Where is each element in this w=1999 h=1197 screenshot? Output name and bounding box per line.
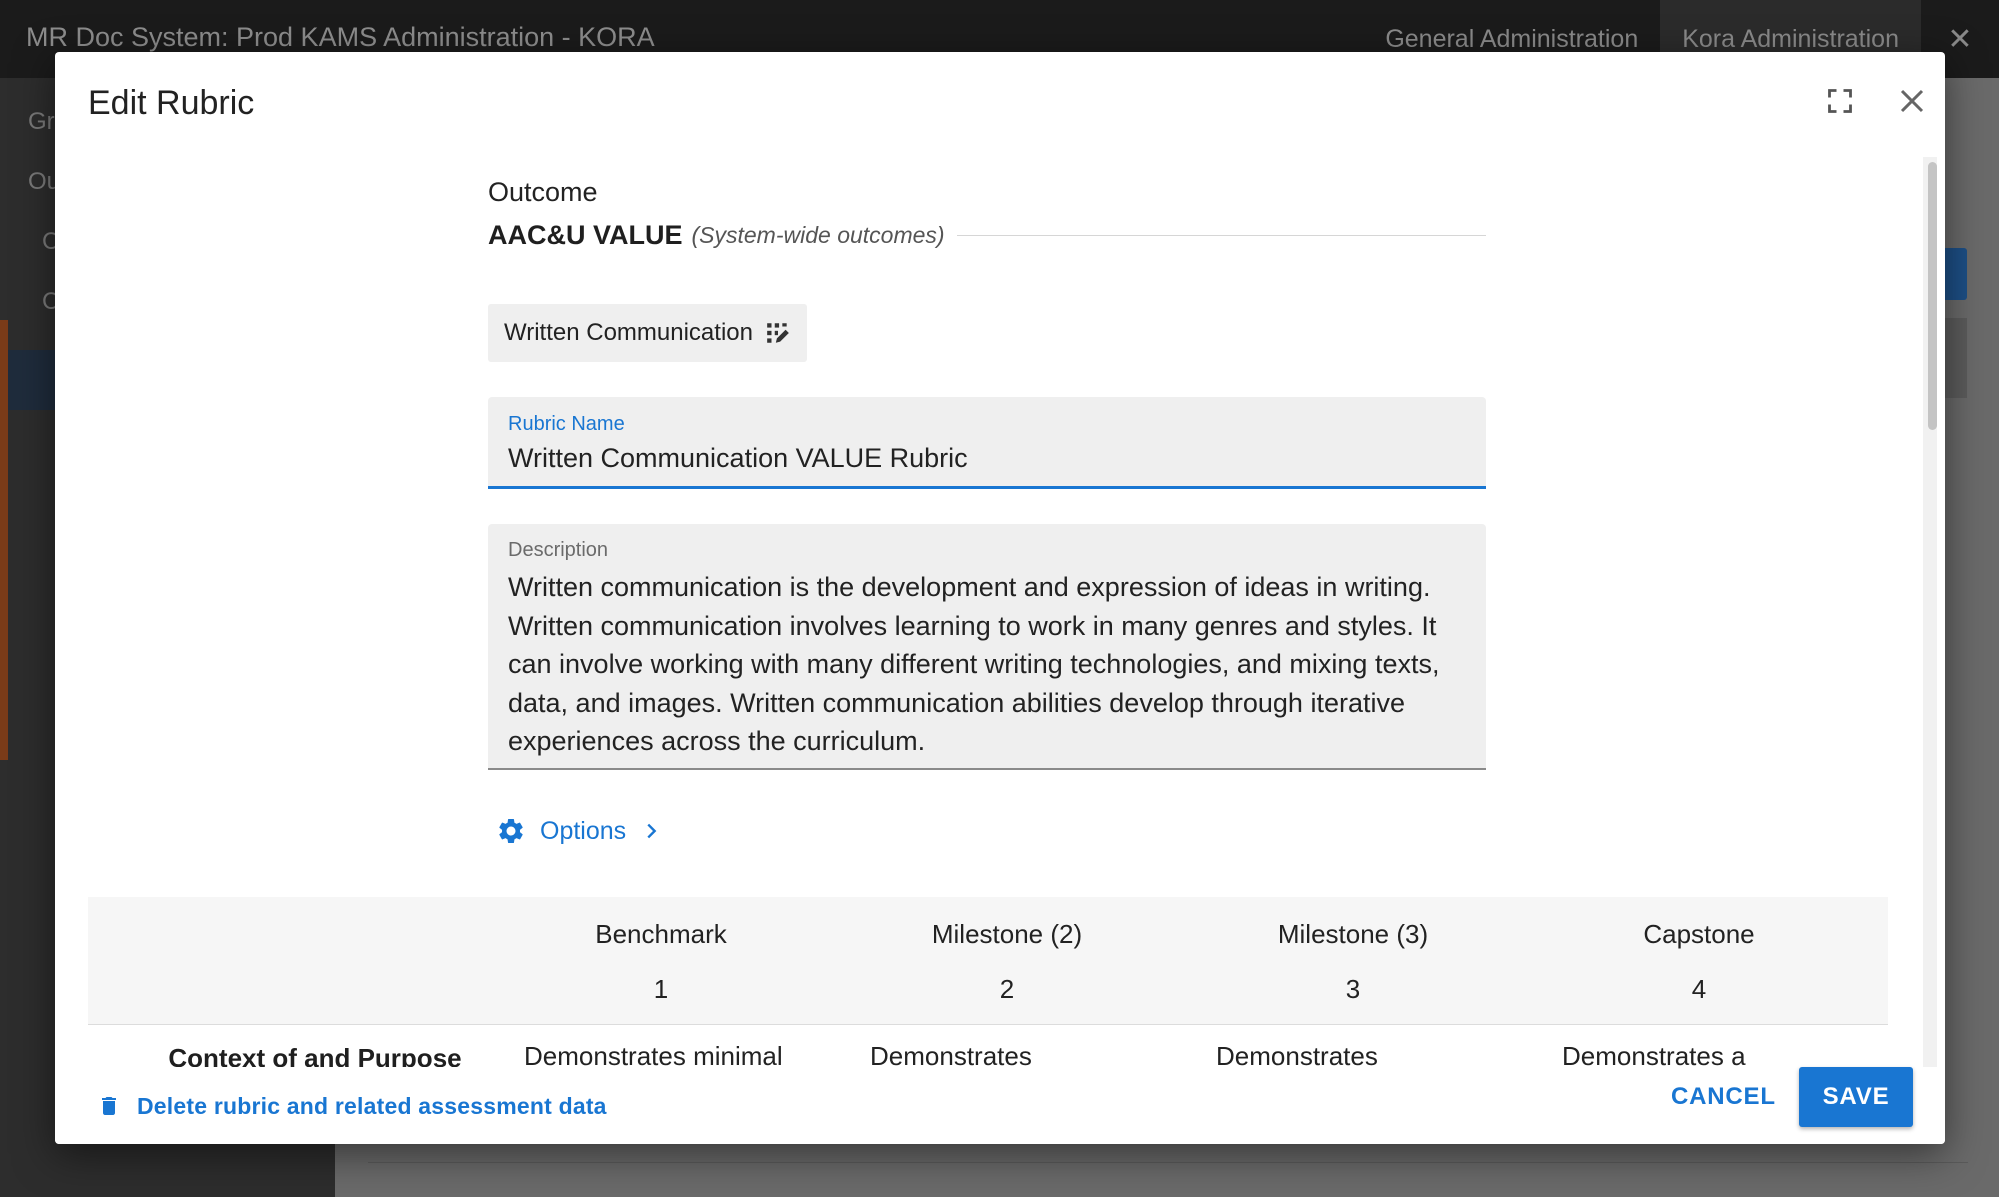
criterion-name: Context of and Purpose xyxy=(168,1043,462,1067)
description-label: Description xyxy=(508,539,609,561)
outcome-name: AAC&U VALUE xyxy=(488,219,683,250)
description-textarea[interactable]: Written communication is the development… xyxy=(508,568,1458,761)
rubric-name-input[interactable]: Written Communication VALUE Rubric xyxy=(508,443,968,474)
save-button[interactable]: SAVE xyxy=(1799,1067,1913,1127)
chevron-right-icon xyxy=(647,823,657,839)
delete-rubric-link[interactable]: Delete rubric and related assessment dat… xyxy=(97,1087,607,1125)
level-score: 1 xyxy=(653,974,669,1004)
outcome-chip-label: Written Communication xyxy=(504,319,753,346)
fullscreen-button[interactable] xyxy=(1815,76,1865,126)
level-score: 3 xyxy=(1345,974,1361,1004)
options-toggle[interactable]: Options xyxy=(488,809,670,853)
rubric-table-header: Benchmark 1 Milestone (2) 2 Milestone (3… xyxy=(88,897,1888,1025)
scrollbar-thumb[interactable] xyxy=(1928,162,1937,430)
level-name: Milestone (2) xyxy=(931,919,1083,949)
level-score: 4 xyxy=(1691,974,1707,1004)
sidebar-active-highlight xyxy=(0,350,60,410)
outcome-label: Outcome xyxy=(488,177,598,207)
rubric-cell[interactable]: Demonstrates xyxy=(1216,1041,1378,1067)
fullscreen-icon xyxy=(1828,89,1852,113)
level-score: 2 xyxy=(999,974,1015,1004)
dialog-title: Edit Rubric xyxy=(88,84,255,122)
app-accent-strip xyxy=(0,320,8,760)
rubric-cell[interactable]: Demonstrates minimal xyxy=(524,1041,783,1067)
level-name: Milestone (3) xyxy=(1277,919,1429,949)
app-title: MR Doc System: Prod KAMS Administration … xyxy=(26,22,655,52)
rubric-cell[interactable]: Demonstrates a xyxy=(1562,1041,1746,1067)
outcome-scope: (System-wide outcomes) xyxy=(691,221,945,248)
outcome-header: AAC&U VALUE (System-wide outcomes) xyxy=(488,217,1486,253)
level-header-capstone: Capstone 4 xyxy=(1526,919,1872,1005)
sidebar-item[interactable]: Gr xyxy=(28,108,55,136)
level-header-milestone-3: Milestone (3) 3 xyxy=(1180,919,1526,1005)
outcome-divider xyxy=(956,234,1486,236)
trash-icon xyxy=(102,1097,116,1115)
level-name: Benchmark xyxy=(595,919,727,949)
rubric-cell[interactable]: Demonstrates xyxy=(870,1041,1032,1067)
edit-rubric-dialog: Edit Rubric Outcome AAC&U VALUE (System-… xyxy=(55,52,1945,1144)
app-divider xyxy=(368,1162,1968,1163)
dialog-footer: Delete rubric and related assessment dat… xyxy=(55,1067,1945,1144)
level-header-benchmark: Benchmark 1 xyxy=(488,919,834,1005)
delete-rubric-label: Delete rubric and related assessment dat… xyxy=(137,1092,607,1119)
level-name: Capstone xyxy=(1643,919,1755,949)
description-field[interactable]: Description Written communication is the… xyxy=(488,524,1486,770)
close-icon xyxy=(1900,89,1924,113)
close-dialog-button[interactable] xyxy=(1887,76,1937,126)
options-label: Options xyxy=(540,816,627,845)
gear-icon xyxy=(499,819,523,843)
edit-grid-icon xyxy=(767,323,789,343)
rubric-name-label: Rubric Name xyxy=(508,413,625,435)
rubric-table: Benchmark 1 Milestone (2) 2 Milestone (3… xyxy=(88,897,1888,1067)
rubric-name-field[interactable]: Rubric Name Written Communication VALUE … xyxy=(488,397,1486,489)
dialog-content[interactable]: Outcome AAC&U VALUE (System-wide outcome… xyxy=(55,157,1945,1067)
level-header-milestone-2: Milestone (2) 2 xyxy=(834,919,1180,1005)
outcome-chip[interactable]: Written Communication xyxy=(488,304,807,362)
cancel-button[interactable]: CANCEL xyxy=(1655,1067,1792,1127)
